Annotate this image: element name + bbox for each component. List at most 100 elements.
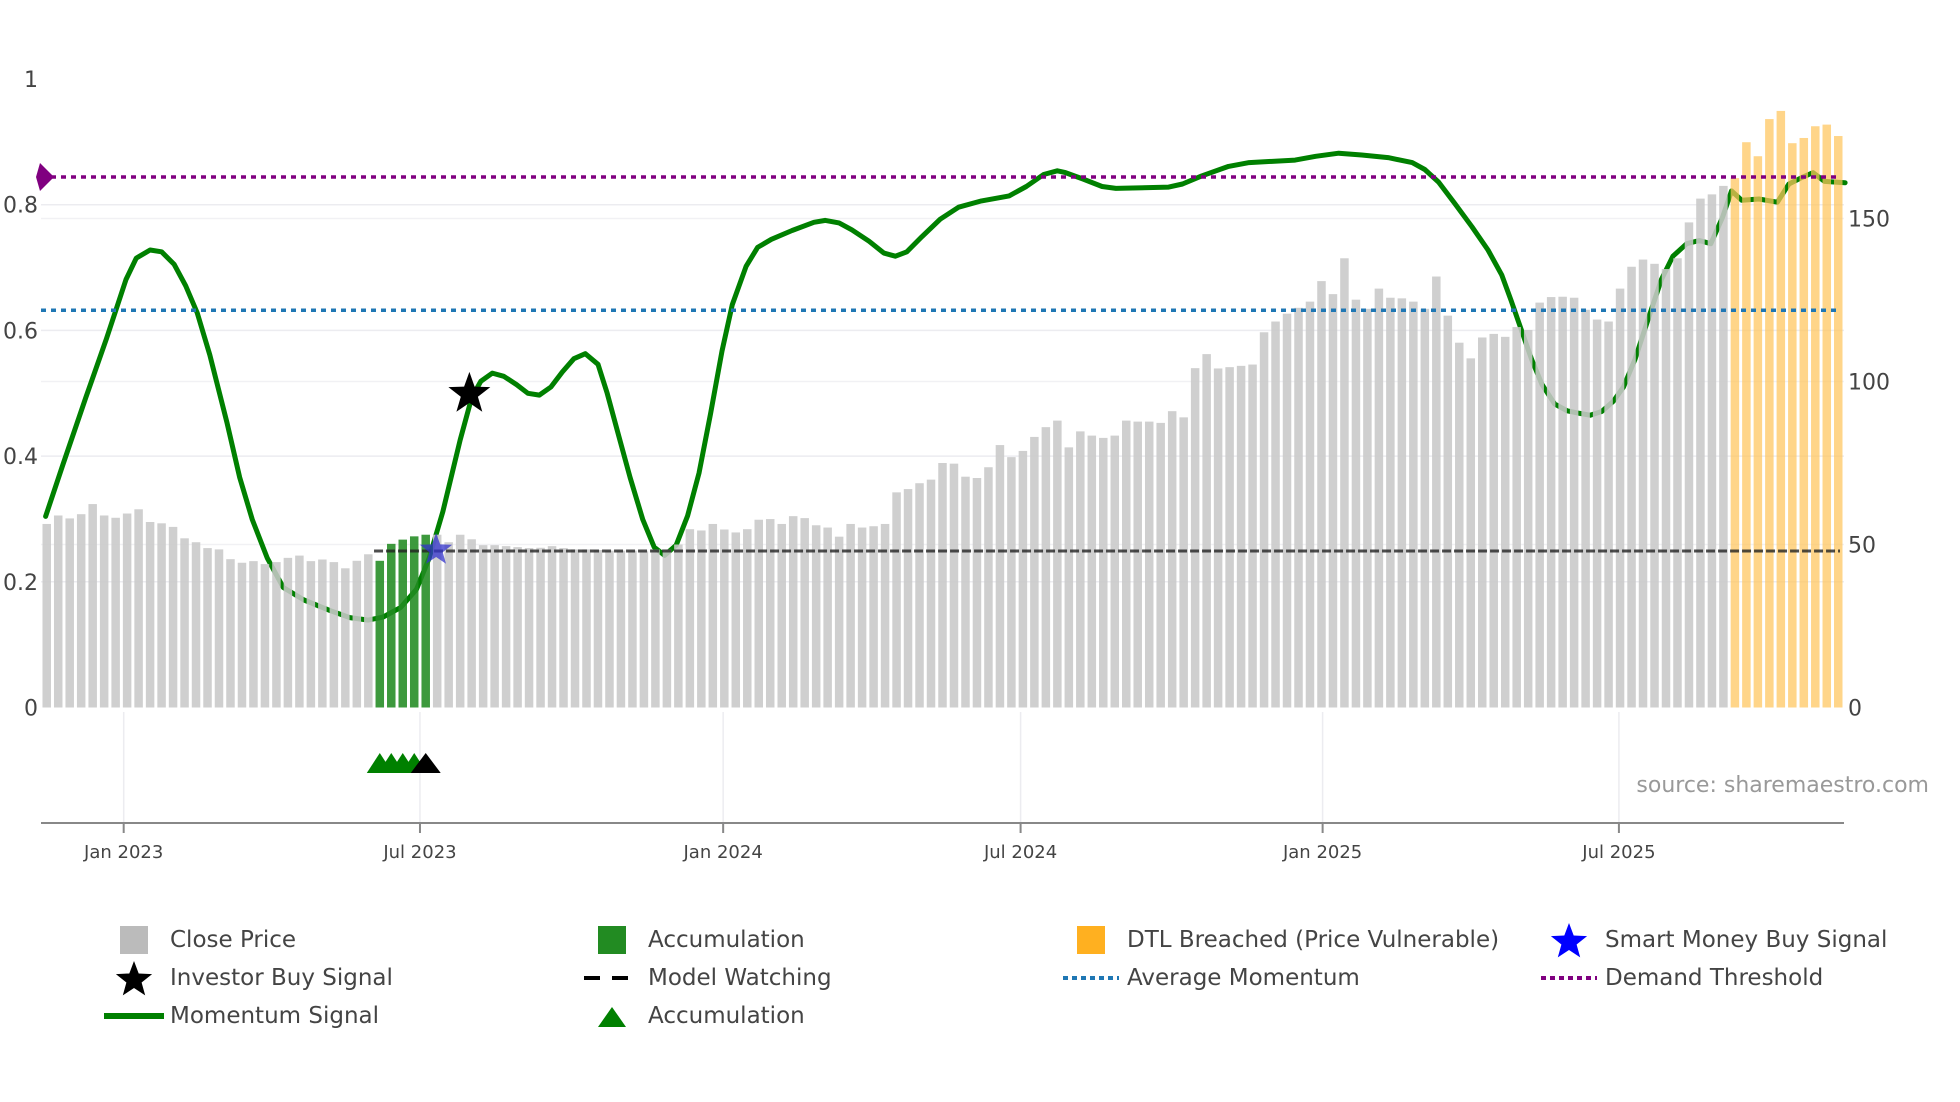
dtl-breached-bar	[1742, 142, 1751, 708]
legend-item-momentum-signal[interactable]: Momentum Signal	[104, 1001, 379, 1031]
x-tick-label: Jul 2024	[983, 842, 1057, 863]
close-price-bar	[455, 534, 465, 708]
dtl-breached-bar	[1753, 156, 1763, 708]
legend-triangle-icon	[582, 1001, 642, 1031]
close-price-bar	[1144, 421, 1154, 708]
close-price-bar	[341, 568, 350, 708]
close-price-bar	[720, 529, 729, 708]
legend-item-accumulation[interactable]: Accumulation	[582, 925, 805, 955]
close-price-bar	[524, 548, 534, 708]
close-price-bar	[99, 515, 109, 708]
legend-item-average-momentum[interactable]: Average Momentum	[1061, 963, 1360, 993]
dtl-breached-bar	[1834, 136, 1843, 708]
legend-item-investor-buy-signal[interactable]: Investor Buy Signal	[104, 961, 393, 996]
close-price-bar	[1030, 436, 1039, 708]
legend-square-icon	[104, 925, 164, 955]
close-price-bar	[306, 561, 316, 708]
close-price-bar	[754, 519, 764, 708]
close-price-bar	[1523, 329, 1533, 708]
close-price-bar	[1443, 315, 1453, 708]
close-price-bar	[915, 483, 924, 708]
legend-item-close-price[interactable]: Close Price	[104, 925, 296, 955]
close-price-bar	[1053, 420, 1062, 708]
close-price-bar	[1294, 307, 1303, 708]
legend-label: Accumulation	[648, 1003, 805, 1029]
close-price-bar	[237, 562, 247, 708]
source-label: source: sharemaestro.com	[1636, 773, 1929, 798]
close-price-bar	[272, 562, 281, 708]
close-price-bar	[352, 560, 362, 708]
legend-item-dtl-breached-price-vulnerable[interactable]: DTL Breached (Price Vulnerable)	[1061, 925, 1499, 955]
close-price-bar	[444, 542, 453, 708]
dtl-breached-bar	[1788, 143, 1797, 708]
close-price-bar	[1259, 332, 1269, 708]
close-price-bar	[1581, 309, 1590, 708]
legend-label: Momentum Signal	[170, 1003, 380, 1029]
close-price-bar	[1018, 450, 1028, 708]
dtl-breached-bar	[1822, 124, 1832, 708]
close-price-bar	[214, 549, 224, 708]
legend-item-smart-money-buy-signal[interactable]: Smart Money Buy Signal	[1539, 923, 1887, 958]
close-price-bar	[1661, 269, 1671, 708]
accumulation-bar	[375, 560, 385, 708]
close-price-bar	[961, 476, 970, 708]
legend-item-accumulation[interactable]: Accumulation	[582, 1001, 805, 1031]
legend-item-demand-threshold[interactable]: Demand Threshold	[1539, 963, 1823, 993]
x-tick-label: Jan 2024	[683, 842, 763, 863]
close-price-bar	[1225, 367, 1234, 708]
close-price-bar	[295, 555, 304, 708]
close-price-bar	[53, 515, 63, 708]
close-price-bar	[1110, 435, 1120, 708]
close-price-bar	[834, 536, 844, 708]
legend-label: Accumulation	[648, 927, 805, 953]
close-price-bar	[1133, 421, 1142, 708]
close-price-bar	[582, 549, 591, 708]
close-price-bar	[180, 538, 189, 708]
close-price-bar	[1271, 321, 1280, 708]
legend-item-model-watching[interactable]: Model Watching	[582, 963, 832, 993]
close-price-bar	[1190, 368, 1200, 708]
close-price-bar	[1179, 417, 1188, 708]
close-price-bar	[1167, 411, 1177, 708]
legend-label: Average Momentum	[1127, 965, 1360, 991]
close-price-bar	[926, 479, 936, 708]
close-price-bar	[1500, 336, 1510, 708]
close-price-bar	[1489, 333, 1498, 708]
close-price-bar	[1213, 368, 1223, 708]
legend-star-icon	[104, 961, 164, 996]
close-price-bar	[260, 564, 270, 708]
x-tick-label: Jan 2023	[83, 842, 163, 863]
close-price-bar	[1535, 302, 1544, 708]
close-price-bar	[616, 550, 626, 708]
close-price-bar	[1466, 358, 1476, 708]
close-price-bar	[1087, 435, 1097, 708]
close-price-bar	[536, 547, 545, 708]
close-price-bar	[203, 548, 212, 708]
close-price-bar	[1615, 288, 1625, 708]
close-price-bar	[800, 518, 809, 708]
legend-label: Demand Threshold	[1605, 965, 1824, 991]
right-tick-label: 0	[1848, 697, 1862, 722]
left-tick-label: 0	[24, 697, 38, 722]
left-tick-label: 1	[24, 68, 38, 93]
x-tick-label: Jul 2025	[1581, 842, 1655, 863]
close-price-bar	[111, 517, 120, 708]
legend-label: DTL Breached (Price Vulnerable)	[1127, 927, 1500, 953]
close-price-bar	[823, 527, 832, 708]
close-price-bar	[88, 504, 97, 708]
close-price-bar	[1328, 294, 1338, 708]
close-price-bar	[134, 509, 143, 708]
left-tick-label: 0.4	[3, 445, 38, 470]
close-price-bar	[949, 463, 959, 708]
close-price-bar	[432, 534, 442, 708]
accumulation-bar	[387, 543, 396, 708]
close-price-bar	[857, 527, 867, 708]
close-price-bar	[1420, 308, 1430, 708]
close-price-bar	[1432, 276, 1441, 708]
close-price-bar	[903, 489, 913, 708]
close-price-bar	[76, 514, 86, 708]
close-price-bar	[1386, 297, 1395, 708]
accumulation-bar	[398, 539, 407, 708]
left-tick-label: 0.6	[3, 319, 38, 344]
close-price-bar	[731, 532, 741, 708]
